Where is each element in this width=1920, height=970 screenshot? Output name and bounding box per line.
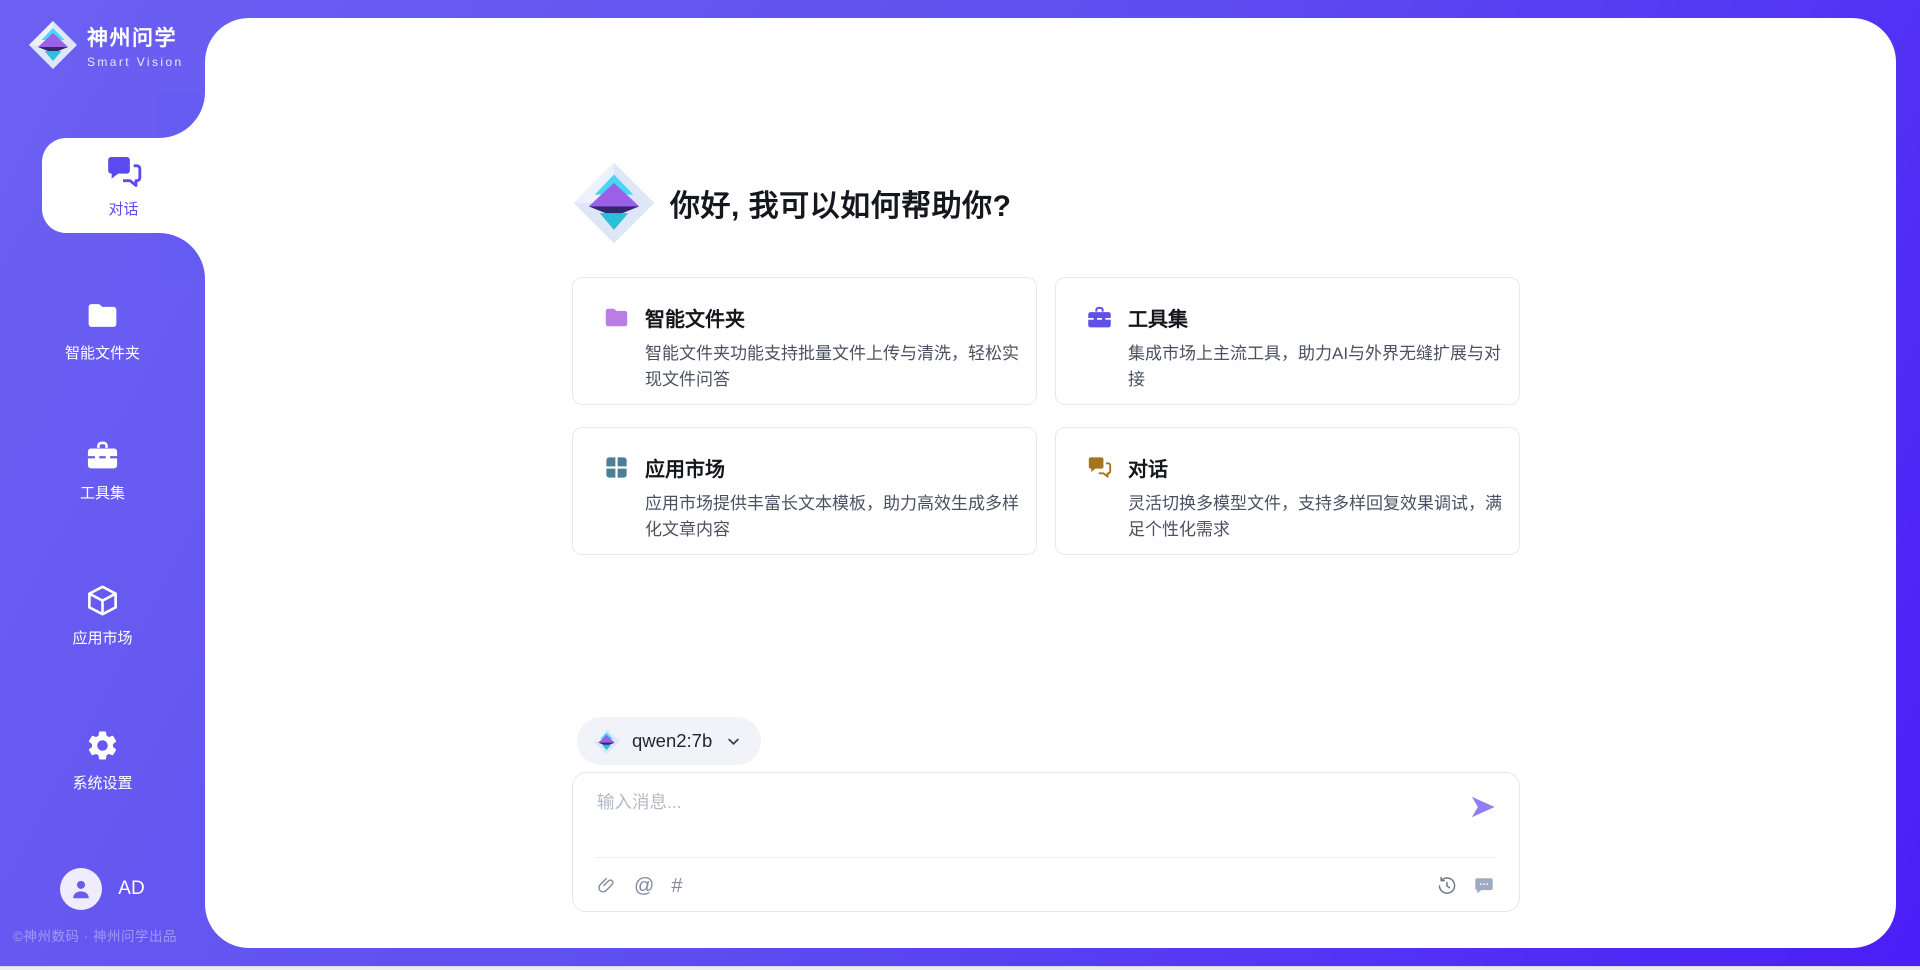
cube-icon (85, 583, 120, 618)
card-head: 对话 (1086, 453, 1495, 482)
grid-icon (603, 454, 630, 481)
active-tab-fillet-top (159, 92, 205, 138)
app-window: 你好, 我可以如何帮助你? 智能文件夹 智能文件夹功能支持批量文件上传与清洗，轻… (0, 0, 1920, 970)
message-input[interactable] (597, 789, 1437, 847)
feature-cards: 智能文件夹 智能文件夹功能支持批量文件上传与清洗，轻松实现文件问答 工具集 集成… (572, 277, 1520, 555)
sidebar-item-smart-folder[interactable]: 智能文件夹 (0, 298, 205, 363)
copyright-footer: ©神州数码 · 神州问学出品 (13, 925, 177, 945)
folder-icon (603, 304, 630, 331)
card-description: 集成市场上主流工具，助力AI与外界无缝扩展与对接 (1128, 341, 1509, 394)
main-panel: 你好, 我可以如何帮助你? 智能文件夹 智能文件夹功能支持批量文件上传与清洗，轻… (205, 18, 1896, 948)
card-app-market[interactable]: 应用市场 应用市场提供丰富长文本模板，助力高效生成多样化文章内容 (572, 427, 1037, 555)
user-initials: AD (118, 878, 144, 900)
toolbox-icon (1086, 304, 1113, 331)
sidebar: 神州问学 Smart Vision 对话 智能文件夹 工具集 应用市场 系统设置 (0, 0, 205, 970)
sidebar-item-label: 应用市场 (72, 627, 132, 648)
greeting-block: 你好, 我可以如何帮助你? (572, 161, 1012, 245)
sidebar-item-chat[interactable]: 对话 (42, 138, 205, 233)
composer-tools-right (1436, 875, 1495, 897)
card-head: 应用市场 (603, 453, 1012, 482)
sidebar-item-label: 智能文件夹 (65, 342, 140, 363)
card-description: 智能文件夹功能支持批量文件上传与清洗，轻松实现文件问答 (645, 341, 1026, 394)
attachment-icon[interactable] (597, 876, 617, 896)
card-title: 智能文件夹 (645, 303, 745, 332)
card-head: 工具集 (1086, 303, 1495, 332)
card-title: 工具集 (1128, 303, 1188, 332)
person-icon (68, 876, 94, 902)
mention-icon[interactable]: @ (634, 876, 654, 896)
active-tab-fillet-bottom (159, 233, 205, 279)
folder-icon (85, 298, 120, 333)
composer-toolbar: @ # (597, 869, 1495, 903)
composer-divider (595, 857, 1497, 858)
avatar (60, 868, 102, 910)
chat-bubbles-icon (104, 152, 144, 192)
send-icon (1469, 793, 1497, 821)
brand-diamond-icon (593, 728, 620, 755)
message-composer: @ # (572, 772, 1520, 912)
card-chat[interactable]: 对话 灵活切换多模型文件，支持多样回复效果调试，满足个性化需求 (1055, 427, 1520, 555)
sidebar-item-label: 系统设置 (72, 772, 132, 793)
sidebar-item-toolset[interactable]: 工具集 (0, 438, 205, 503)
brand-subtitle: Smart Vision (87, 55, 184, 69)
sidebar-item-label: 工具集 (80, 482, 125, 503)
toolbox-icon (85, 438, 120, 473)
window-bottom-edge (0, 966, 1920, 970)
sidebar-item-settings[interactable]: 系统设置 (0, 728, 205, 793)
model-selector[interactable]: qwen2:7b (577, 717, 761, 765)
sidebar-item-label: 对话 (108, 198, 138, 219)
greeting-title: 你好, 我可以如何帮助你? (670, 181, 1012, 225)
chevron-down-icon (724, 732, 743, 751)
topic-hash-icon[interactable]: # (671, 876, 682, 896)
send-button[interactable] (1469, 793, 1497, 821)
model-name: qwen2:7b (632, 730, 712, 752)
card-description: 灵活切换多模型文件，支持多样回复效果调试，满足个性化需求 (1128, 491, 1509, 544)
user-account[interactable]: AD (0, 868, 205, 910)
feedback-chat-icon[interactable] (1473, 875, 1495, 897)
brand-diamond-icon (28, 18, 78, 72)
composer-tools-left: @ # (597, 876, 682, 896)
card-title: 对话 (1128, 453, 1168, 482)
card-head: 智能文件夹 (603, 303, 1012, 332)
gear-icon (85, 728, 120, 763)
card-description: 应用市场提供丰富长文本模板，助力高效生成多样化文章内容 (645, 491, 1026, 544)
brand-diamond-icon (572, 161, 656, 245)
brand-text: 神州问学 Smart Vision (87, 22, 184, 69)
main-content: 你好, 我可以如何帮助你? 智能文件夹 智能文件夹功能支持批量文件上传与清洗，轻… (572, 18, 1520, 948)
card-smart-folder[interactable]: 智能文件夹 智能文件夹功能支持批量文件上传与清洗，轻松实现文件问答 (572, 277, 1037, 405)
card-title: 应用市场 (645, 453, 725, 482)
brand-name: 神州问学 (87, 22, 184, 52)
brand-logo: 神州问学 Smart Vision (28, 18, 184, 72)
history-icon[interactable] (1436, 875, 1458, 897)
card-toolset[interactable]: 工具集 集成市场上主流工具，助力AI与外界无缝扩展与对接 (1055, 277, 1520, 405)
chat-bubbles-icon (1086, 454, 1113, 481)
sidebar-item-app-market[interactable]: 应用市场 (0, 583, 205, 648)
